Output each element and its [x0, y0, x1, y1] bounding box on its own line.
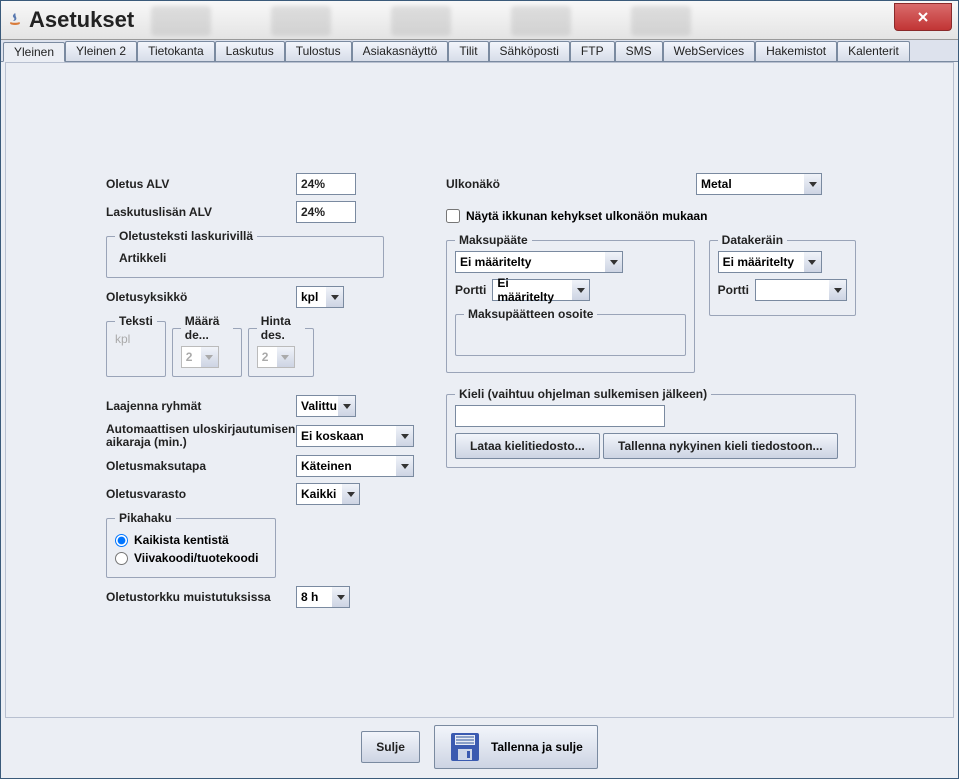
combo-varasto[interactable]: Kaikki	[296, 483, 342, 505]
input-maksupaate-osoite[interactable]	[464, 325, 664, 347]
tab-sähköposti[interactable]: Sähköposti	[489, 41, 570, 61]
button-tallenna-sulje-label: Tallenna ja sulje	[491, 740, 583, 754]
settings-window: Asetukset YleinenYleinen 2TietokantaLask…	[0, 0, 959, 779]
input-oletusteksti[interactable]	[115, 247, 375, 269]
combo-portti-datakerain-btn[interactable]	[829, 279, 847, 301]
label-maksutapa: Oletusmaksutapa	[106, 459, 296, 473]
legend-maksupaate-osoite: Maksupäätteen osoite	[464, 307, 597, 321]
fieldset-maksupaate-osoite: Maksupäätteen osoite	[455, 307, 686, 356]
label-varasto: Oletusvarasto	[106, 487, 296, 501]
legend-maksupaate: Maksupääte	[455, 233, 532, 247]
combo-maara: 2	[181, 346, 201, 368]
radio-kaikista-label: Kaikista kentistä	[134, 533, 229, 547]
radio-kaikista[interactable]	[115, 534, 128, 547]
combo-maksutapa-btn[interactable]	[396, 455, 414, 477]
combo-torkku-btn[interactable]	[332, 586, 350, 608]
tab-tietokanta[interactable]: Tietokanta	[137, 41, 215, 61]
save-icon	[449, 731, 481, 763]
combo-ulkonako[interactable]: Metal	[696, 173, 804, 195]
label-oletusyksikko: Oletusyksikkö	[106, 290, 296, 304]
label-portti-datakerain: Portti	[718, 283, 749, 297]
fieldset-pikahaku: Pikahaku Kaikista kentistä Viivakoodi/tu…	[106, 511, 276, 578]
radio-viivakoodi[interactable]	[115, 552, 128, 565]
fieldset-kieli: Kieli (vaihtuu ohjelman sulkemisen jälke…	[446, 387, 856, 468]
label-ulkonako: Ulkonäkö	[446, 177, 696, 191]
label-kehykset: Näytä ikkunan kehykset ulkonäön mukaan	[466, 209, 707, 223]
footer: Sulje Tallenna ja sulje	[1, 722, 958, 772]
input-kieli[interactable]	[455, 405, 665, 427]
label-torkku: Oletustorkku muistutuksissa	[106, 590, 296, 604]
combo-auto-logout[interactable]: Ei koskaan	[296, 425, 396, 447]
combo-maara-btn	[201, 346, 219, 368]
label-portti-maksupaate: Portti	[455, 283, 486, 297]
fieldset-teksti: Teksti kpl	[106, 314, 166, 377]
label-laskutuslisan-alv: Laskutuslisän ALV	[106, 205, 296, 219]
tab-kalenterit[interactable]: Kalenterit	[837, 41, 910, 61]
combo-varasto-btn[interactable]	[342, 483, 360, 505]
fieldset-oletusteksti: Oletusteksti laskurivillä	[106, 229, 384, 278]
combo-hinta: 2	[257, 346, 277, 368]
combo-maksutapa[interactable]: Käteinen	[296, 455, 396, 477]
legend-teksti: Teksti	[115, 314, 157, 328]
combo-oletusyksikko[interactable]: kpl	[296, 286, 326, 308]
combo-datakerain-btn[interactable]	[804, 251, 822, 273]
close-button[interactable]	[894, 3, 952, 31]
teksti-val: kpl	[115, 332, 130, 346]
tab-content: Oletus ALV Laskutuslisän ALV Oletustekst…	[5, 62, 954, 718]
legend-oletusteksti: Oletusteksti laskurivillä	[115, 229, 257, 243]
combo-ulkonako-btn[interactable]	[804, 173, 822, 195]
fieldset-maksupaate: Maksupääte Ei määritelty Portti Ei määri…	[446, 233, 695, 373]
checkbox-kehykset[interactable]	[446, 209, 460, 223]
combo-portti-maksupaate[interactable]: Ei määritelty	[492, 279, 572, 301]
button-lataa-kieli[interactable]: Lataa kielitiedosto...	[455, 433, 600, 459]
legend-maara: Määrä de...	[181, 314, 233, 342]
radio-viivakoodi-label: Viivakoodi/tuotekoodi	[134, 551, 258, 565]
combo-portti-datakerain[interactable]	[755, 279, 829, 301]
tab-yleinen-2[interactable]: Yleinen 2	[65, 41, 137, 61]
label-auto-logout: Automaattisen uloskirjautumisenaikaraja …	[106, 423, 296, 449]
fieldset-maara: Määrä de... 2	[172, 314, 242, 377]
tab-sms[interactable]: SMS	[615, 41, 663, 61]
combo-torkku[interactable]: 8 h	[296, 586, 332, 608]
label-oletus-alv: Oletus ALV	[106, 177, 296, 191]
tab-yleinen[interactable]: Yleinen	[3, 42, 65, 62]
combo-maksupaate-btn[interactable]	[605, 251, 623, 273]
java-icon	[7, 12, 23, 28]
combo-maksupaate[interactable]: Ei määritelty	[455, 251, 605, 273]
close-icon	[916, 10, 930, 24]
fieldset-hinta: Hinta des. 2	[248, 314, 314, 377]
combo-laajenna[interactable]: Valittu	[296, 395, 338, 417]
window-title: Asetukset	[29, 7, 134, 33]
legend-datakerain: Datakeräin	[718, 233, 787, 247]
fieldset-datakerain: Datakeräin Ei määritelty Portti	[709, 233, 856, 316]
legend-pikahaku: Pikahaku	[115, 511, 176, 525]
input-laskutuslisan-alv[interactable]	[296, 201, 356, 223]
combo-datakerain[interactable]: Ei määritelty	[718, 251, 804, 273]
tab-bar: YleinenYleinen 2TietokantaLaskutusTulost…	[1, 40, 958, 62]
button-tallenna-kieli[interactable]: Tallenna nykyinen kieli tiedostoon...	[603, 433, 838, 459]
combo-auto-logout-btn[interactable]	[396, 425, 414, 447]
button-sulje[interactable]: Sulje	[361, 731, 420, 763]
tab-asiakasnäyttö[interactable]: Asiakasnäyttö	[352, 41, 449, 61]
input-oletus-alv[interactable]	[296, 173, 356, 195]
tab-tilit[interactable]: Tilit	[448, 41, 488, 61]
button-tallenna-sulje[interactable]: Tallenna ja sulje	[434, 725, 598, 769]
legend-kieli: Kieli (vaihtuu ohjelman sulkemisen jälke…	[455, 387, 711, 401]
combo-portti-maksupaate-btn[interactable]	[572, 279, 590, 301]
tab-laskutus[interactable]: Laskutus	[215, 41, 285, 61]
tab-tulostus[interactable]: Tulostus	[285, 41, 352, 61]
tab-webservices[interactable]: WebServices	[663, 41, 755, 61]
combo-oletusyksikko-btn[interactable]	[326, 286, 344, 308]
tab-hakemistot[interactable]: Hakemistot	[755, 41, 837, 61]
titlebar: Asetukset	[1, 1, 958, 40]
tab-ftp[interactable]: FTP	[570, 41, 615, 61]
combo-laajenna-btn[interactable]	[338, 395, 356, 417]
legend-hinta: Hinta des.	[257, 314, 305, 342]
label-laajenna: Laajenna ryhmät	[106, 399, 296, 413]
combo-hinta-btn	[277, 346, 295, 368]
